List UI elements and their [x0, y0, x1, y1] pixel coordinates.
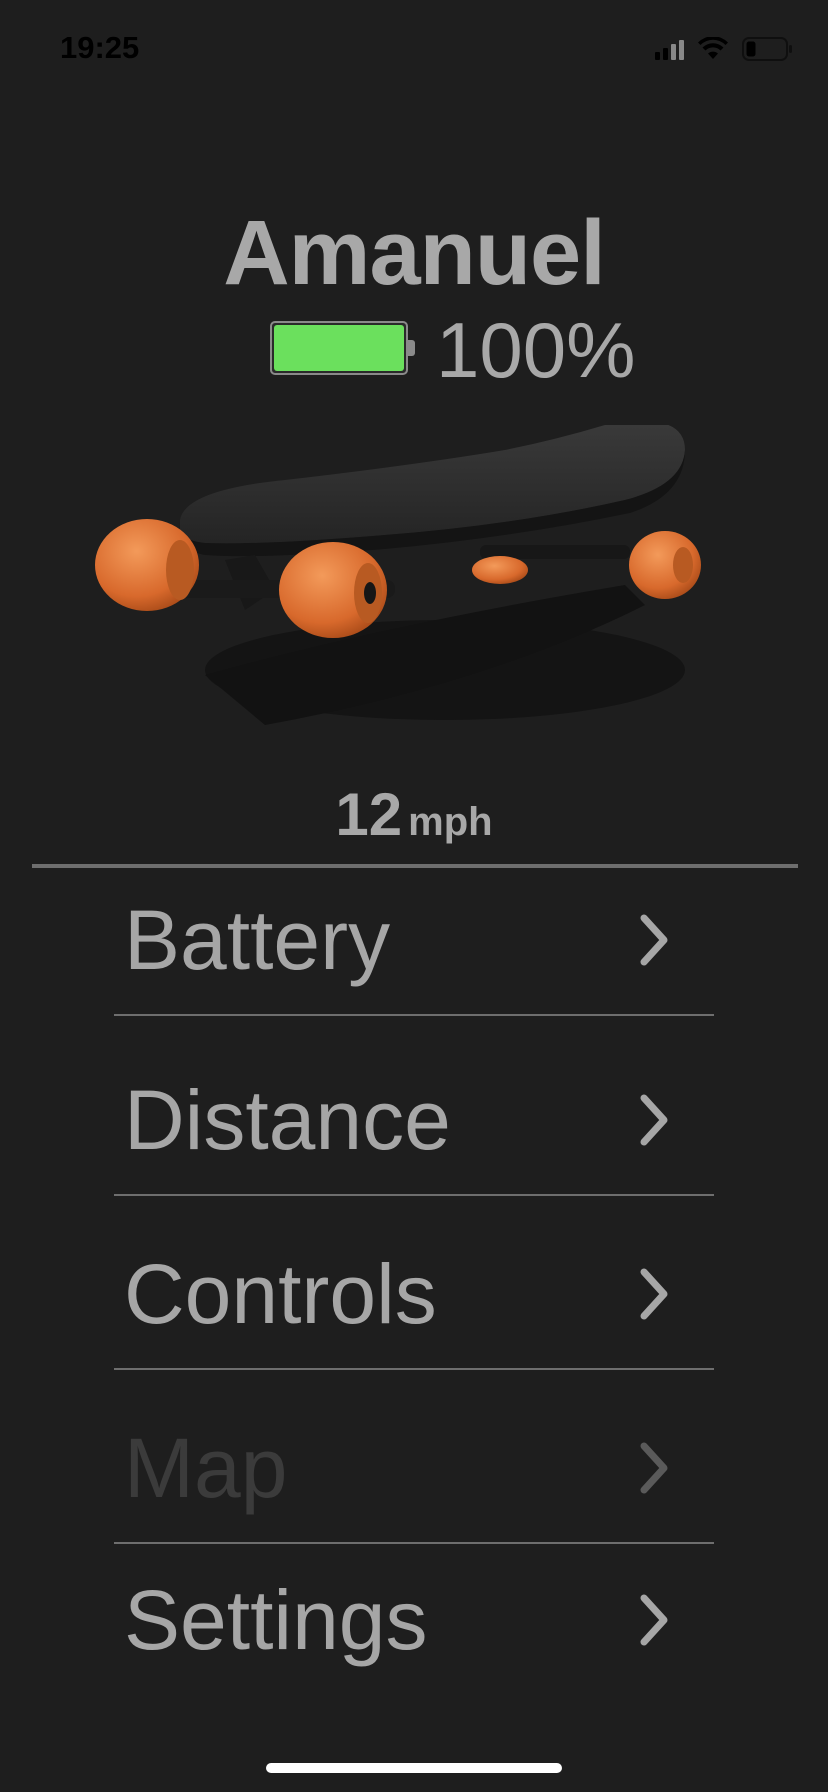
battery-gauge-icon [270, 321, 416, 379]
home-indicator[interactable] [266, 1763, 562, 1773]
chevron-right-icon [640, 1094, 668, 1146]
status-time: 19:25 [60, 30, 140, 65]
menu-item-map[interactable]: Map [114, 1394, 714, 1544]
chevron-right-icon [640, 1268, 668, 1320]
menu-item-label: Settings [124, 1572, 428, 1667]
menu-item-label: Distance [124, 1072, 451, 1167]
battery-percent: 100% [436, 306, 636, 394]
chevron-right-icon [640, 914, 668, 966]
wifi-icon [698, 37, 728, 59]
speed-unit: mph [408, 800, 493, 844]
battery-level-display: 100% [270, 305, 636, 395]
battery-gauge-body [270, 321, 408, 375]
speed-readout: 12 mph [0, 780, 828, 866]
cellular-signal-icon [655, 38, 684, 60]
menu-item-controls[interactable]: Controls [114, 1220, 714, 1370]
chevron-right-icon [640, 1442, 668, 1494]
speed-value: 12 [335, 781, 403, 848]
status-bar: 19:25 [0, 0, 828, 100]
battery-gauge-tip [408, 340, 415, 356]
menu-item-label: Map [124, 1420, 288, 1515]
menu-item-battery[interactable]: Battery [114, 866, 714, 1016]
menu-item-label: Controls [124, 1246, 437, 1341]
status-battery-icon [742, 37, 792, 61]
battery-gauge-fill [274, 325, 404, 371]
menu-item-label: Battery [124, 892, 391, 987]
chevron-right-icon [640, 1594, 668, 1646]
status-icons [655, 34, 794, 64]
board-owner-name: Amanuel [223, 202, 606, 304]
menu-item-distance[interactable]: Distance [114, 1046, 714, 1196]
skateboard-image [95, 425, 701, 725]
menu-item-settings[interactable]: Settings [114, 1545, 714, 1695]
